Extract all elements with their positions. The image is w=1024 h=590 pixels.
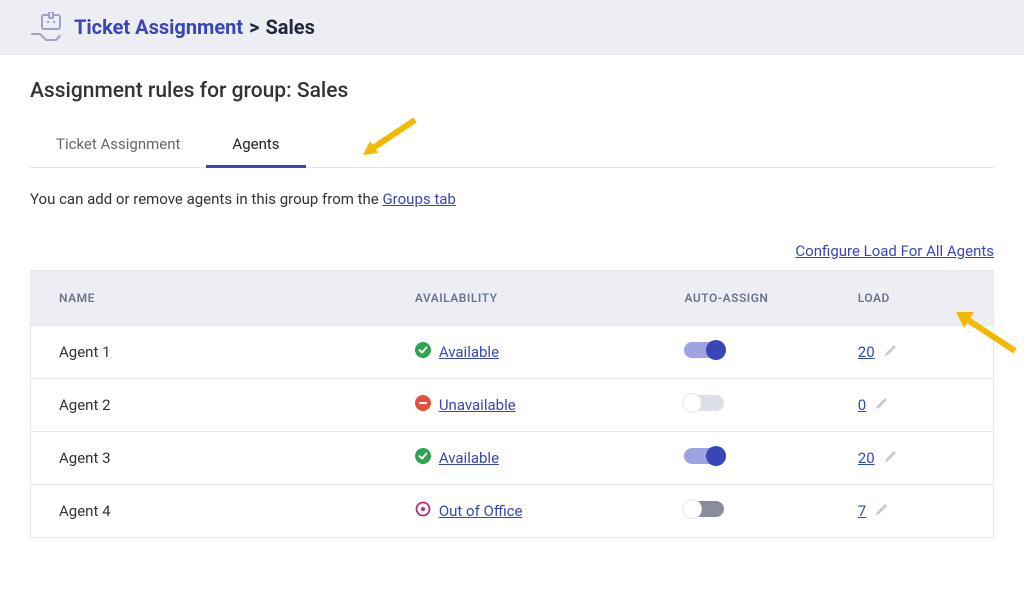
edit-pencil-icon[interactable]: [874, 501, 890, 521]
load-value-link[interactable]: 20: [858, 343, 875, 361]
tab-agents[interactable]: Agents: [206, 123, 305, 168]
column-header-availability: AVAILABILITY: [387, 271, 657, 326]
load-value-link[interactable]: 20: [858, 449, 875, 467]
table-row: Agent 2 Unavailable 0: [31, 379, 994, 432]
helper-text: You can add or remove agents in this gro…: [30, 190, 994, 208]
arrow-annotation-icon: [360, 115, 420, 169]
load-value-link[interactable]: 7: [858, 502, 866, 520]
table-row: Agent 4 Out of Office 7: [31, 485, 994, 538]
column-header-load: LOAD: [830, 271, 994, 326]
breadcrumb-separator: >: [249, 15, 259, 39]
tab-ticket-assignment[interactable]: Ticket Assignment: [30, 123, 206, 167]
breadcrumb-root-link[interactable]: Ticket Assignment: [74, 15, 243, 39]
load-value-link[interactable]: 0: [858, 396, 866, 414]
minus-circle-red-icon: [415, 395, 431, 415]
helper-text-prefix: You can add or remove agents in this gro…: [30, 190, 382, 208]
table-row: Agent 3 Available 20: [31, 432, 994, 485]
breadcrumb: Ticket Assignment > Sales: [74, 15, 315, 39]
ticket-hand-icon: [30, 12, 64, 42]
table-row: Agent 1 Available 20: [31, 326, 994, 379]
groups-tab-link[interactable]: Groups tab: [382, 190, 455, 208]
agent-name: Agent 2: [31, 379, 387, 432]
breadcrumb-bar: Ticket Assignment > Sales: [0, 0, 1024, 55]
availability-link[interactable]: Available: [439, 343, 499, 361]
agent-name: Agent 3: [31, 432, 387, 485]
clock-outline-magenta-icon: [415, 501, 431, 521]
column-header-auto-assign: AUTO-ASSIGN: [656, 271, 829, 326]
column-header-name: NAME: [31, 271, 387, 326]
breadcrumb-current: Sales: [265, 15, 314, 39]
check-circle-green-icon: [415, 448, 431, 468]
tabs: Ticket Assignment Agents: [30, 123, 994, 168]
auto-assign-toggle[interactable]: [684, 501, 724, 517]
edit-pencil-icon[interactable]: [874, 395, 890, 415]
availability-link[interactable]: Available: [439, 449, 499, 467]
auto-assign-toggle[interactable]: [684, 448, 724, 464]
check-circle-green-icon: [415, 342, 431, 362]
agent-name: Agent 4: [31, 485, 387, 538]
edit-pencil-icon[interactable]: [883, 448, 899, 468]
agents-table: NAME AVAILABILITY AUTO-ASSIGN LOAD Agent…: [30, 270, 994, 538]
auto-assign-toggle[interactable]: [684, 342, 724, 358]
page-title: Assignment rules for group: Sales: [30, 79, 994, 103]
auto-assign-toggle[interactable]: [684, 395, 724, 411]
edit-pencil-icon[interactable]: [883, 342, 899, 362]
availability-link[interactable]: Unavailable: [439, 396, 516, 414]
availability-link[interactable]: Out of Office: [439, 502, 523, 520]
agent-name: Agent 1: [31, 326, 387, 379]
configure-load-all-link[interactable]: Configure Load For All Agents: [795, 242, 994, 260]
